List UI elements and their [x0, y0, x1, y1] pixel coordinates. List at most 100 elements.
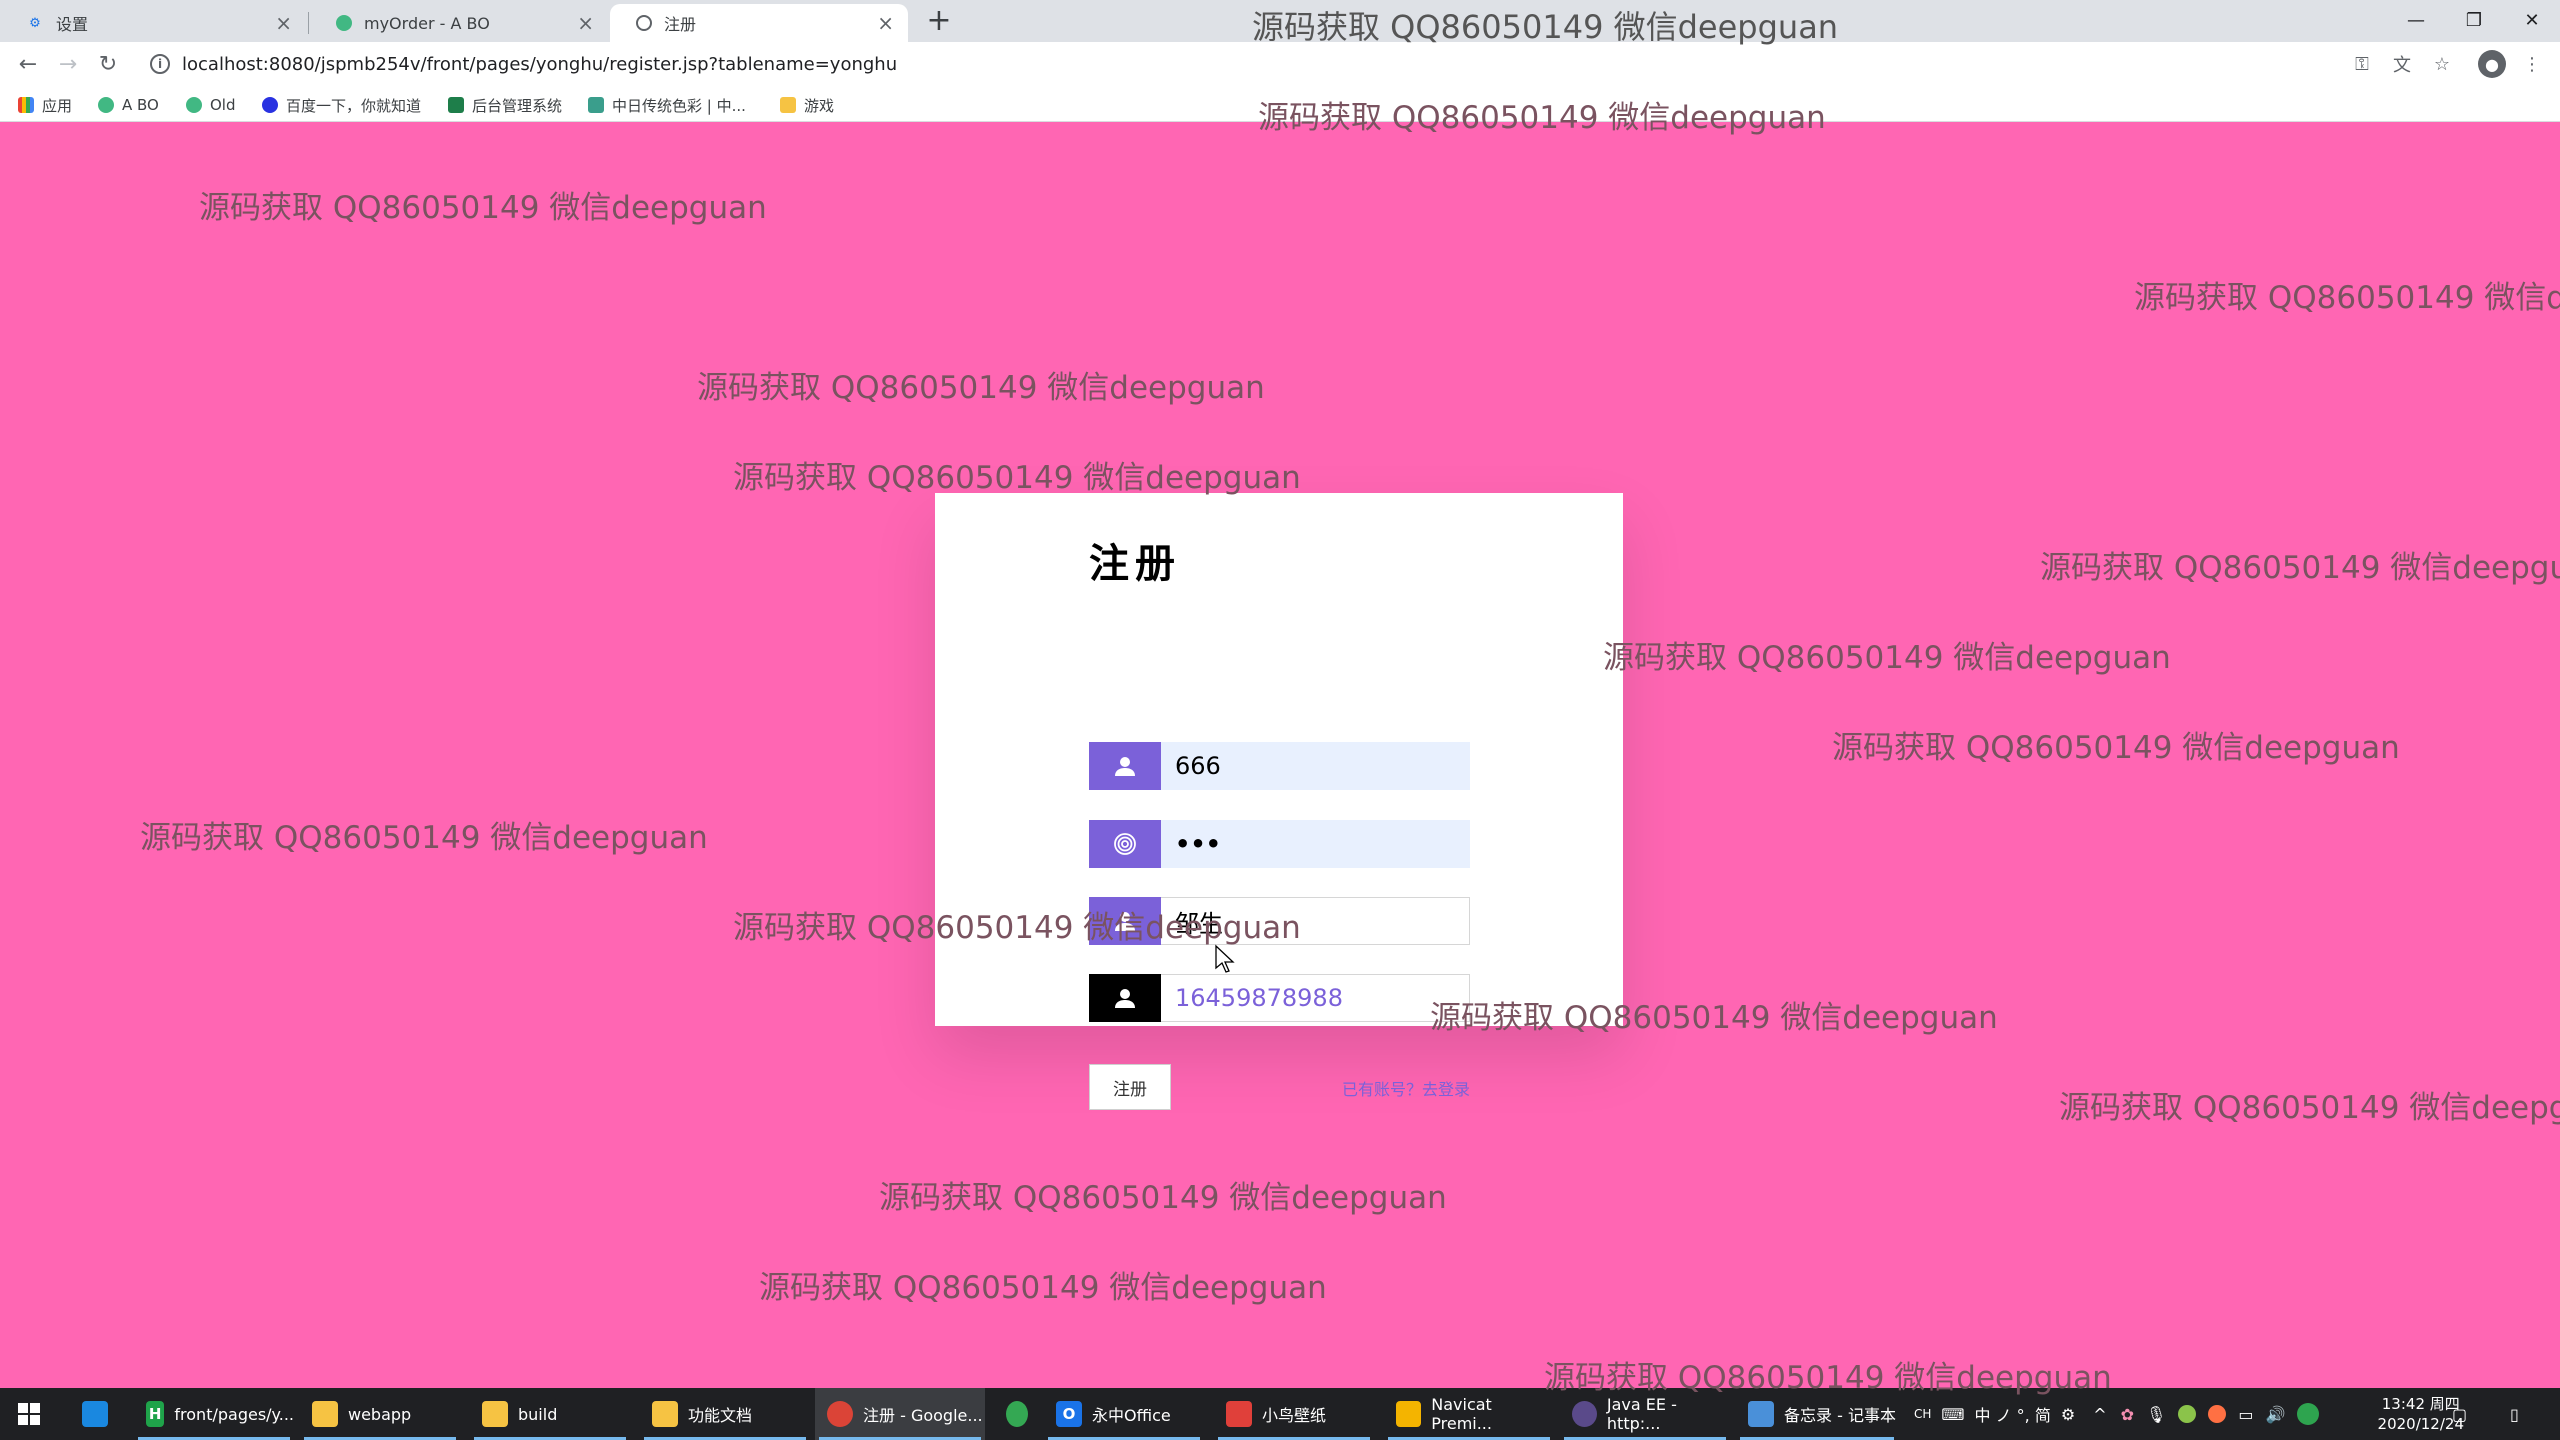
bookmark-label: 应用 — [42, 96, 73, 115]
taskbar-item-wallpaper[interactable]: 小鸟壁纸 — [1214, 1388, 1374, 1440]
close-window-button[interactable]: ✕ — [2504, 0, 2560, 40]
network-icon[interactable]: ▭ — [2238, 1405, 2253, 1424]
taskbar-label: webapp — [348, 1404, 412, 1424]
taskbar-label: build — [518, 1404, 558, 1424]
keyboard-icon[interactable]: ⌨ — [1941, 1405, 1964, 1424]
chrome-icon — [827, 1401, 853, 1427]
taskbar-item-office[interactable]: O 永中Office — [1044, 1388, 1204, 1440]
tray-app-icon[interactable] — [2208, 1405, 2227, 1423]
volume-icon[interactable]: 🔊 — [2265, 1405, 2285, 1424]
hbuilder-icon: H — [146, 1401, 165, 1427]
taskbar-label: 注册 - Google... — [863, 1406, 983, 1425]
bookmark-baidu[interactable]: 百度一下，你就知道 — [262, 94, 421, 116]
taskbar-label: Navicat Premi... — [1431, 1395, 1492, 1433]
taskbar-label: 永中Office — [1092, 1406, 1171, 1425]
taskbar-item-docs[interactable]: 功能文档 — [640, 1388, 810, 1440]
phone-field[interactable]: 16459878988 — [1089, 974, 1470, 1022]
register-button[interactable]: 注册 — [1089, 1064, 1171, 1110]
tab-settings[interactable]: ⚙ 设置 × — [0, 4, 306, 42]
taskbar-item-eclipse[interactable]: Java EE - http:... — [1560, 1388, 1730, 1440]
vue-icon — [186, 97, 202, 113]
register-card: 注册 666 ••• 邹生 16459878988 注册 已有账号？去登录 — [935, 493, 1623, 1110]
star-icon[interactable]: ☆ — [2430, 52, 2454, 76]
taskbar-item-webapp[interactable]: webapp — [300, 1388, 460, 1440]
minimize-button[interactable]: — — [2388, 0, 2444, 40]
user-icon — [1089, 897, 1161, 945]
notepad-icon — [1748, 1401, 1774, 1427]
restore-button[interactable]: ❐ — [2446, 0, 2502, 40]
ime-text[interactable]: 中 ノ °, 简 — [1975, 1402, 2051, 1426]
tab-register[interactable]: 注册 × — [610, 4, 908, 42]
bookmark-old[interactable]: Old — [186, 94, 236, 116]
menu-icon[interactable]: ⋮ — [2520, 52, 2544, 76]
bookmark-games[interactable]: 游戏 — [780, 94, 834, 116]
taskbar-item-navicat[interactable]: Navicat Premi... — [1384, 1388, 1554, 1440]
username-input[interactable]: 666 — [1161, 742, 1470, 790]
tab-myorder[interactable]: myOrder - A BO × — [310, 4, 608, 42]
action-center[interactable]: ▯ — [2510, 1388, 2519, 1440]
apps-grid-icon — [18, 97, 34, 113]
phone-input[interactable]: 16459878988 — [1161, 974, 1470, 1022]
key-icon[interactable]: ⚿ — [2350, 52, 2374, 76]
bookmark-label: Old — [210, 96, 236, 114]
username-field[interactable]: 666 — [1089, 742, 1470, 790]
gear-flower-icon — [588, 97, 604, 113]
mouse-cursor-icon — [1215, 944, 1235, 973]
globe-icon — [636, 15, 652, 31]
mic-icon[interactable]: 🎙 — [2146, 1405, 2166, 1424]
flower-icon[interactable]: ✿ — [2121, 1405, 2134, 1424]
ime-indicator[interactable]: CH — [1914, 1407, 1931, 1421]
tab-title: 注册 — [664, 15, 697, 34]
page-background: 注册 666 ••• 邹生 16459878988 注册 已有账号？去登录 — [0, 123, 2560, 1388]
password-field[interactable]: ••• — [1089, 820, 1470, 868]
url-text: localhost:8080/jspmb254v/front/pages/yon… — [182, 53, 898, 75]
address-bar[interactable]: i localhost:8080/jspmb254v/front/pages/y… — [138, 48, 2318, 80]
taskbar-pinned-app[interactable] — [70, 1388, 126, 1440]
reload-button[interactable]: ↻ — [92, 48, 124, 80]
tab-title: 设置 — [56, 15, 89, 34]
taskbar-item-build[interactable]: build — [470, 1388, 630, 1440]
taskbar-item-hbuilder[interactable]: H front/pages/y... — [134, 1388, 294, 1440]
taskbar-item-green-app[interactable] — [994, 1388, 1038, 1440]
bookmark-label: 中日传统色彩 | 中... — [612, 96, 746, 115]
eclipse-icon — [1572, 1401, 1597, 1427]
profile-icon[interactable]: ● — [2478, 50, 2506, 78]
folder-icon — [652, 1401, 678, 1427]
close-icon[interactable]: × — [877, 11, 894, 35]
chevron-up-icon[interactable]: ^ — [2093, 1405, 2106, 1424]
gear-icon: ⚙ — [29, 15, 41, 31]
bookmark-apps[interactable]: 应用 — [18, 94, 72, 116]
login-link[interactable]: 已有账号？去登录 — [1342, 1076, 1470, 1100]
new-tab-button[interactable]: + — [922, 4, 956, 38]
tab-title: myOrder - A BO — [364, 13, 490, 33]
password-input[interactable]: ••• — [1161, 820, 1470, 868]
taskbar-label: 备忘录 - 记事本 — [1784, 1406, 1896, 1425]
folder-icon — [780, 97, 796, 113]
v-logo-icon — [448, 97, 464, 113]
tray-app-icon[interactable] — [2178, 1405, 2197, 1423]
taskbar-item-notepad[interactable]: 备忘录 - 记事本 — [1736, 1388, 1898, 1440]
name-input[interactable]: 邹生 — [1161, 897, 1470, 945]
back-button[interactable]: ← — [12, 48, 44, 80]
close-icon[interactable]: × — [577, 11, 594, 35]
taskbar-label: Java EE - http:... — [1606, 1395, 1677, 1433]
bookmark-label: A BO — [122, 96, 159, 114]
notification-icon: ▢ — [2452, 1404, 2468, 1424]
forward-button[interactable]: → — [52, 48, 84, 80]
name-field[interactable]: 邹生 — [1089, 897, 1470, 945]
translate-icon[interactable]: 文 — [2390, 52, 2414, 76]
info-icon[interactable]: i — [150, 54, 170, 74]
bookmark-admin[interactable]: 后台管理系统 — [448, 94, 562, 116]
bookmark-colors[interactable]: 中日传统色彩 | 中... — [588, 94, 746, 116]
taskbar-label: 功能文档 — [688, 1406, 753, 1425]
tray-app-icon[interactable] — [2297, 1403, 2320, 1425]
notification-center[interactable]: ▢ — [2452, 1388, 2467, 1440]
bookmark-abo[interactable]: A BO — [98, 94, 159, 116]
bookmark-label: 游戏 — [804, 96, 835, 115]
close-icon[interactable]: × — [275, 11, 292, 35]
taskbar-item-chrome[interactable]: 注册 - Google... — [815, 1388, 985, 1440]
gear-icon[interactable]: ⚙ — [2061, 1405, 2075, 1424]
vue-icon — [336, 15, 352, 31]
browser-tabstrip: ⚙ 设置 × myOrder - A BO × 注册 × + — ❐ ✕ — [0, 0, 2560, 42]
start-button[interactable] — [6, 1388, 54, 1440]
